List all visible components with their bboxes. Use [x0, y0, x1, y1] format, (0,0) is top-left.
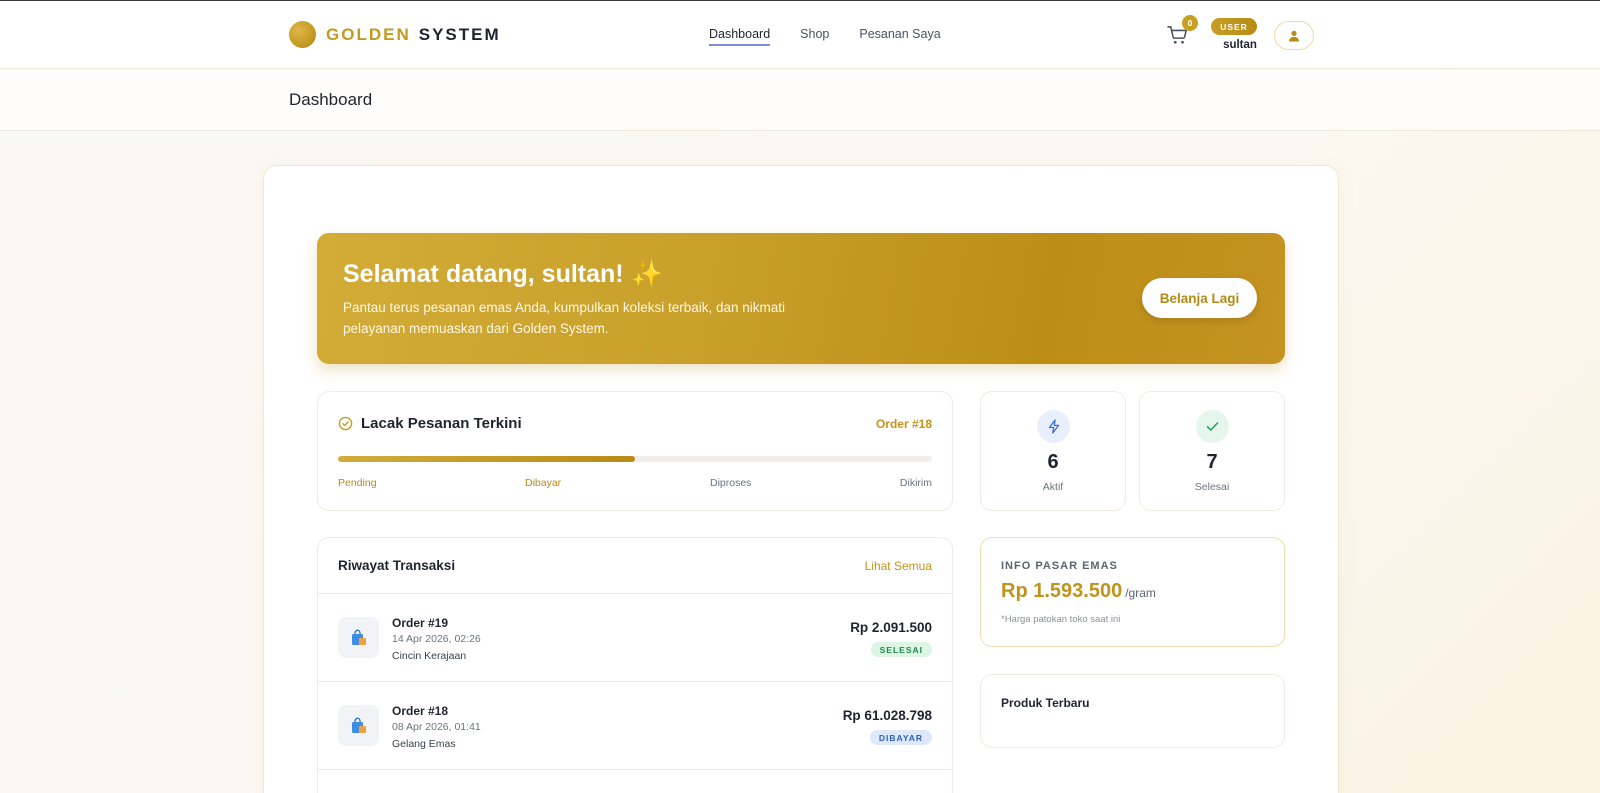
market-label: INFO PASAR EMAS	[1001, 560, 1118, 572]
gold-market-info: INFO PASAR EMAS Rp 1.593.500/gram *Harga…	[980, 537, 1285, 647]
page-title: Dashboard	[289, 90, 373, 109]
completed-label: Selesai	[1194, 481, 1230, 493]
market-note: *Harga patokan toko saat ini	[1001, 614, 1121, 625]
completed-count: 7	[1206, 451, 1218, 473]
cart-count-badge: 0	[1182, 15, 1198, 31]
status-badge: SELESAI	[870, 642, 932, 657]
nav-pesanan-saya[interactable]: Pesanan Saya	[859, 27, 940, 46]
step-diproses: Diproses	[710, 477, 752, 489]
gold-price-value: Rp 1.593.500	[1001, 580, 1123, 602]
transaction-amount: Rp 2.091.500	[850, 620, 932, 635]
gold-price-unit: /gram	[1125, 586, 1156, 600]
stat-active-orders: 6 Aktif	[980, 391, 1126, 511]
welcome-banner: Selamat datang, sultan! ✨ Pantau terus pe…	[317, 233, 1285, 364]
profile-button[interactable]	[1274, 21, 1314, 50]
role-badge: USER	[1211, 18, 1257, 35]
step-dikirim: Dikirim	[899, 477, 932, 489]
stat-completed-orders: 7 Selesai	[1139, 391, 1285, 511]
shopping-bag-icon	[338, 705, 379, 746]
tracking-title: Lacak Pesanan Terkini	[361, 415, 522, 432]
transaction-product: Cincin Kerajaan	[392, 650, 467, 662]
transaction-history-panel: Riwayat Transaksi Lihat Semua Order #19 …	[317, 537, 953, 793]
new-products-title: Produk Terbaru	[1001, 696, 1090, 710]
top-navbar: GOLDEN SYSTEM Dashboard Shop Pesanan Say…	[0, 0, 1600, 69]
shopping-bag-icon	[338, 617, 379, 658]
brand-name-system: SYSTEM	[418, 24, 501, 44]
lightning-icon	[1037, 410, 1070, 443]
transaction-amount: Rp 61.028.798	[842, 708, 932, 723]
new-products-panel: Produk Terbaru	[980, 674, 1285, 748]
welcome-title-text: Selamat datang, sultan!	[343, 260, 624, 288]
step-dibayar: Dibayar	[525, 477, 562, 489]
shop-again-button[interactable]: Belanja Lagi	[1142, 278, 1257, 318]
history-header: Riwayat Transaksi Lihat Semua	[318, 538, 952, 594]
history-title: Riwayat Transaksi	[338, 558, 456, 573]
gold-coin-icon	[289, 21, 316, 48]
tracking-progress-bar	[338, 456, 932, 462]
active-label: Aktif	[1042, 481, 1064, 493]
brand-name-gold: GOLDEN	[326, 24, 411, 44]
transaction-row[interactable]: Order #18 08 Apr 2026, 01:41 Gelang Emas…	[318, 682, 952, 770]
check-circle-icon	[338, 416, 353, 431]
status-badge: DIBAYAR	[869, 730, 932, 745]
welcome-description: Pantau terus pesanan emas Anda, kumpulka…	[343, 300, 786, 336]
see-all-link[interactable]: Lihat Semua	[865, 559, 932, 573]
active-count: 6	[1047, 451, 1059, 473]
welcome-title: Selamat datang, sultan! ✨	[343, 260, 663, 289]
transaction-product: Gelang Emas	[392, 738, 456, 750]
check-icon	[1196, 410, 1229, 443]
tracking-progress-fill	[338, 456, 635, 462]
transaction-order: Order #18	[392, 704, 449, 718]
gold-price: Rp 1.593.500/gram	[1001, 580, 1156, 603]
transaction-order: Order #19	[392, 616, 449, 630]
brand-logo[interactable]: GOLDEN SYSTEM	[289, 21, 501, 48]
transaction-date: 08 Apr 2026, 01:41	[392, 721, 481, 733]
sparkle-icon: ✨	[631, 260, 663, 288]
step-pending: Pending	[338, 477, 377, 489]
transaction-date: 14 Apr 2026, 02:26	[392, 633, 481, 645]
order-tracking-panel: Lacak Pesanan Terkini Order #18 Pending …	[317, 391, 953, 511]
nav-shop[interactable]: Shop	[800, 27, 829, 46]
username: sultan	[1223, 39, 1257, 51]
user-icon	[1289, 30, 1299, 41]
transaction-row[interactable]: Order #19 14 Apr 2026, 02:26 Cincin Kera…	[318, 594, 952, 682]
main-nav: Dashboard Shop Pesanan Saya	[709, 27, 941, 46]
nav-dashboard[interactable]: Dashboard	[709, 27, 771, 46]
tracking-order-link[interactable]: Order #18	[876, 417, 932, 431]
page-header: Dashboard	[0, 69, 1600, 131]
